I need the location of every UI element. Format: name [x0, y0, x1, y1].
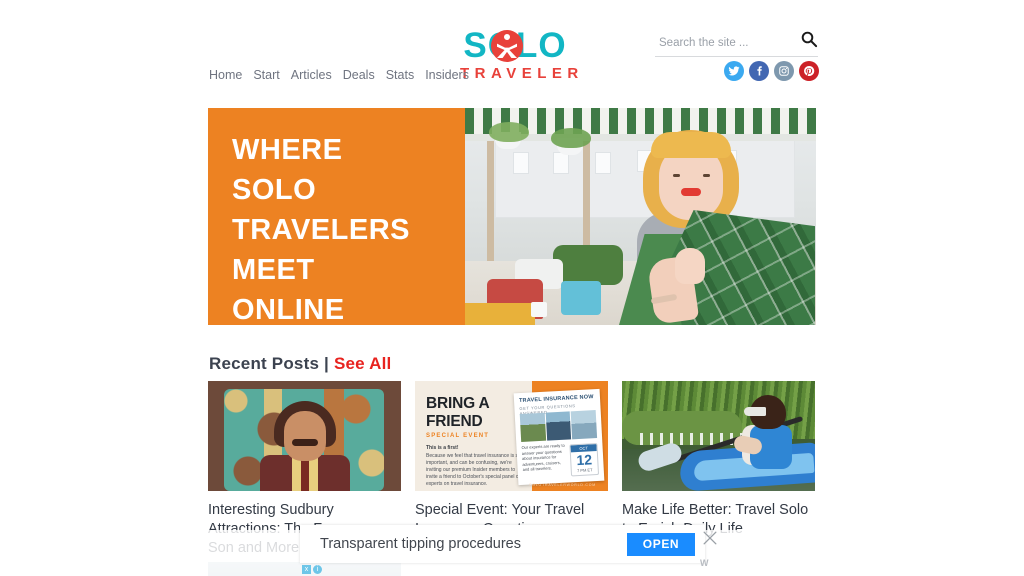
- post-thumbnail-mural[interactable]: [208, 381, 401, 491]
- hero-photo-window: [553, 152, 569, 174]
- site-logo[interactable]: SOLO TRAVELER: [455, 28, 584, 83]
- mural-face: [284, 411, 326, 461]
- nav-item-stats[interactable]: Stats: [386, 68, 415, 83]
- hero-line-3: TRAVELERS: [232, 214, 410, 246]
- nav-item-start[interactable]: Start: [253, 68, 279, 83]
- flyer-card-photo: [571, 410, 598, 440]
- hero-photo-window: [513, 152, 529, 174]
- see-all-link[interactable]: See All: [334, 354, 391, 373]
- flyer-subhead: SPECIAL EVENT: [426, 433, 490, 439]
- hero-banner[interactable]: WHERE SOLO TRAVELERS MEET ONLINE: [208, 108, 816, 325]
- flyer-headline-line1: BRING A: [426, 395, 490, 412]
- flyer-body: Because we feel that travel insurance is…: [426, 453, 521, 487]
- search-box: [655, 30, 818, 57]
- hero-photo-hanging-plant: [551, 128, 591, 148]
- flyer-card-photo: [519, 412, 546, 442]
- adchoices-markers[interactable]: x i: [302, 565, 322, 574]
- search-icon[interactable]: [800, 30, 818, 48]
- hero-line-2: SOLO: [232, 174, 317, 206]
- adchoices-info-marker[interactable]: i: [313, 565, 322, 574]
- ad-text: Transparent tipping procedures: [320, 536, 521, 552]
- hero-photo-eye: [673, 174, 680, 177]
- ad-network-logo: W: [700, 558, 708, 568]
- logo-traveler-text: TRAVELER: [460, 65, 584, 82]
- hero-title: WHERE SOLO TRAVELERS MEET ONLINE: [232, 130, 465, 325]
- logo-person-circle-icon: [491, 30, 523, 62]
- calendar-icon: OCT 12 7 PM ET: [569, 443, 600, 477]
- hero-photo-hanging-plant: [489, 122, 529, 142]
- pinterest-icon[interactable]: [799, 61, 819, 81]
- kayak-paddler-cap: [744, 407, 766, 416]
- post-title-line: Make Life Better: Travel Solo: [622, 502, 809, 518]
- nav-item-insiders[interactable]: Insiders: [425, 68, 469, 83]
- hero-photo-table: [465, 303, 535, 325]
- facebook-icon[interactable]: [749, 61, 769, 81]
- close-icon[interactable]: [700, 528, 720, 548]
- flyer-headline: BRING A FRIEND: [426, 395, 490, 431]
- instagram-icon[interactable]: [774, 61, 794, 81]
- main-navigation: Home Start Articles Deals Stats Insiders: [209, 68, 469, 83]
- hero-photo-chair: [561, 281, 601, 315]
- mural-moustache: [292, 439, 318, 446]
- logo-wordmark-top: SOLO: [455, 28, 575, 64]
- flyer-lead: This is a first!: [426, 445, 459, 451]
- social-links: [724, 61, 819, 81]
- hero-photo-bangs: [651, 132, 731, 158]
- ad-open-button[interactable]: OPEN: [627, 532, 695, 556]
- flyer-card-photos: [519, 410, 598, 442]
- search-underline: [655, 56, 818, 57]
- hero-photo-eye: [703, 174, 710, 177]
- hero-photo-woman: [605, 130, 815, 325]
- nav-item-home[interactable]: Home: [209, 68, 242, 83]
- flyer-card-photo: [545, 411, 572, 441]
- recent-posts-separator: |: [324, 354, 330, 373]
- page-root: SOLO TRAVELER Home Start Articles Deals …: [0, 0, 1024, 576]
- hero-photo-cup: [531, 302, 547, 317]
- hero-line-4: MEET: [232, 254, 315, 286]
- hero-text-panel: WHERE SOLO TRAVELERS MEET ONLINE: [208, 108, 465, 325]
- recent-posts-label: Recent Posts: [209, 354, 320, 373]
- post-thumbnail-kayak[interactable]: [622, 381, 815, 491]
- calendar-time: 7 PM ET: [576, 467, 593, 474]
- hero-line-5: ONLINE: [232, 294, 345, 325]
- ad-banner[interactable]: Transparent tipping procedures OPEN: [300, 525, 705, 563]
- hero-photo-lips: [681, 188, 701, 196]
- post-thumbnail-flyer[interactable]: BRING A FRIEND SPECIAL EVENT This is a f…: [415, 381, 608, 491]
- nav-item-articles[interactable]: Articles: [291, 68, 332, 83]
- hero-line-1: WHERE: [232, 134, 343, 166]
- flyer-headline-line2: FRIEND: [426, 413, 483, 430]
- post-title-line: Special Event: Your Travel: [415, 502, 585, 518]
- flyer-footer: SOLOTRAVELERWORLD.COM: [529, 483, 596, 487]
- flyer-card-body: Our experts are ready to answer your que…: [521, 442, 565, 472]
- hero-photo: [465, 108, 816, 325]
- flyer-inset-card: TRAVEL INSURANCE NOW GET YOUR QUESTIONS …: [513, 388, 605, 486]
- hero-photo-hand: [675, 248, 705, 284]
- calendar-day: 12: [576, 451, 593, 469]
- recent-posts-heading: Recent Posts | See All: [209, 354, 391, 374]
- post-title-line: Interesting Sudbury: [208, 502, 334, 518]
- search-input[interactable]: [655, 37, 800, 56]
- site-header: SOLO TRAVELER Home Start Articles Deals …: [0, 0, 1024, 100]
- twitter-icon[interactable]: [724, 61, 744, 81]
- mural-tie: [301, 457, 309, 491]
- nav-item-deals[interactable]: Deals: [343, 68, 375, 83]
- adchoices-close-marker[interactable]: x: [302, 565, 311, 574]
